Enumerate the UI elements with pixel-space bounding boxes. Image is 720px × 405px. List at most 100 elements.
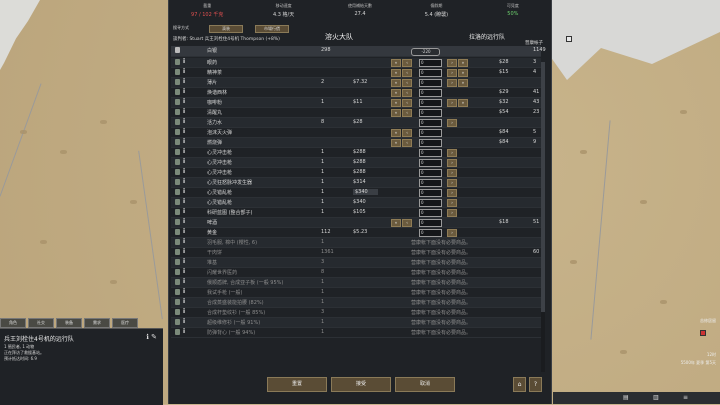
trade-count-input[interactable]: 0 [419, 189, 442, 197]
table-row[interactable]: i 清醒丸 «‹ 0 $54 23 [171, 108, 541, 118]
buy-all-button[interactable]: » [458, 59, 468, 67]
table-row[interactable]: i 燃烧弹 «‹ 0 $84 9 [171, 138, 541, 148]
info-icon[interactable]: i [183, 318, 185, 325]
sell-all-button[interactable]: « [391, 139, 401, 147]
menu-icon[interactable]: ≡ [683, 394, 688, 401]
sell-all-button[interactable]: « [391, 89, 401, 97]
trade-count-input[interactable]: 0 [419, 79, 442, 87]
list-scrollbar[interactable] [541, 62, 545, 372]
sort-market-value-button[interactable]: 市場行價 [255, 25, 289, 33]
table-row[interactable]: i 合成蒸盛装能拍腰 (82%) 1 营康帐下面没有必要商品。 [171, 298, 541, 308]
sell-one-button[interactable]: ‹ [402, 69, 412, 77]
info-icon[interactable]: i [183, 258, 185, 265]
table-row[interactable]: i 泡沫灭火弹 «‹ 0 $84 5 [171, 128, 541, 138]
info-icon[interactable]: i [183, 278, 185, 285]
info-icon[interactable]: i [183, 128, 185, 135]
sell-all-button[interactable]: « [391, 219, 401, 227]
info-icon[interactable]: i [183, 268, 185, 275]
trade-count-input[interactable]: 0 [419, 179, 442, 187]
sell-all-button[interactable]: « [391, 79, 401, 87]
trade-count-input[interactable]: 0 [419, 119, 442, 127]
table-row[interactable]: i 羽毛服, 棉中 (樱性, 6) 1 营康帐下面没有必要商品。 [171, 238, 541, 248]
trade-count-input[interactable]: 0 [419, 169, 442, 177]
table-row[interactable]: i 闪耀世界医药 8 营康帐下面没有必要商品。 [171, 268, 541, 278]
table-row[interactable]: i 焕谐西林 «‹ 0 $29 41 [171, 88, 541, 98]
buy-one-button[interactable]: › [447, 79, 457, 87]
sell-one-button[interactable]: ‹ [402, 109, 412, 117]
settlement-marker[interactable] [566, 36, 572, 42]
table-row[interactable]: i 合成杆垫纹衫 (一般 85%) 3 营康帐下面没有必要商品。 [171, 308, 541, 318]
tab-gear[interactable]: 装备 [56, 318, 82, 328]
buy-all-button[interactable]: » [458, 69, 468, 77]
sell-one-button[interactable]: ‹ [402, 219, 412, 227]
info-icon[interactable]: ℹ ✎ [146, 333, 157, 341]
info-icon[interactable]: i [183, 168, 185, 175]
trade-count-input[interactable]: 0 [419, 109, 442, 117]
table-row[interactable]: i 防弹背心 (一般 94%) 1 营康帐下面没有必要商品。 [171, 328, 541, 338]
accept-button[interactable]: 接受 [331, 377, 391, 392]
info-icon[interactable]: i [183, 218, 185, 225]
buy-one-button[interactable]: › [447, 169, 457, 177]
table-row[interactable]: i 心灵冲击枪 1 $288 0 › [171, 158, 541, 168]
sell-one-button[interactable]: ‹ [402, 139, 412, 147]
world-icon[interactable]: ▤ [623, 394, 629, 401]
trade-count-input[interactable]: 0 [419, 59, 442, 67]
buy-one-button[interactable]: › [447, 119, 457, 127]
buy-one-button[interactable]: › [447, 189, 457, 197]
buy-one-button[interactable]: › [447, 179, 457, 187]
buy-one-button[interactable]: › [447, 199, 457, 207]
buy-one-button[interactable]: › [447, 229, 457, 237]
sell-one-button[interactable]: ‹ [402, 89, 412, 97]
info-icon[interactable]: i [183, 138, 185, 145]
info-icon[interactable]: i [183, 328, 185, 335]
buy-one-button[interactable]: › [447, 59, 457, 67]
info-icon[interactable]: i [183, 118, 185, 125]
info-icon[interactable]: i [183, 68, 185, 75]
sell-all-button[interactable]: « [391, 99, 401, 107]
trade-count-input[interactable]: 0 [419, 199, 442, 207]
sell-one-button[interactable]: ‹ [402, 129, 412, 137]
info-icon[interactable]: i [183, 298, 185, 305]
table-row[interactable]: i 薄片 2 $7.32 «‹ 0 ›» [171, 78, 541, 88]
sell-all-button[interactable]: « [391, 109, 401, 117]
buy-all-button[interactable]: » [458, 79, 468, 87]
history-icon[interactable]: ▥ [653, 394, 659, 401]
sell-one-button[interactable]: ‹ [402, 79, 412, 87]
table-row[interactable]: i 心灵错乱枪 1 $340 0 › [171, 198, 541, 208]
table-row[interactable]: i 我试手枪 (一般) 1 营康帐下面没有必要商品。 [171, 288, 541, 298]
info-icon[interactable]: i [183, 288, 185, 295]
trade-count-input[interactable]: 0 [419, 149, 442, 157]
info-icon[interactable]: i [183, 308, 185, 315]
help-icon[interactable]: ? [529, 377, 542, 392]
info-icon[interactable]: i [183, 108, 185, 115]
table-row[interactable]: i 干肉饼 1361 营康帐下面没有必要商品。 60 [171, 248, 541, 258]
table-row[interactable]: i 科研蓝图 (整合部子) 1 $105 0 › [171, 208, 541, 218]
table-row[interactable]: i 精神茶 «‹ 0 ›» $15 4 [171, 68, 541, 78]
table-row[interactable]: i 心灵错乱枪 1 $340 0 › [171, 188, 541, 198]
sell-all-button[interactable]: « [391, 59, 401, 67]
trade-count-input[interactable]: 0 [419, 99, 442, 107]
table-row[interactable]: i 超级维修衫 (一般 91%) 1 营康帐下面没有必要商品。 [171, 318, 541, 328]
info-icon[interactable]: i [183, 98, 185, 105]
info-icon[interactable]: i [183, 238, 185, 245]
table-row[interactable]: i 心灵冲击枪 1 $288 0 › [171, 148, 541, 158]
table-row[interactable]: i 俄顺盾牌, 合成亚子板 (一般 95%) 1 营康帐下面没有必要商品。 [171, 278, 541, 288]
tab-social[interactable]: 社交 [28, 318, 54, 328]
table-row[interactable]: i 心灵狂怒脉冲发生器 1 $314 0 › [171, 178, 541, 188]
table-row[interactable]: i 堆基 3 营康帐下面没有必要商品。 [171, 258, 541, 268]
buy-one-button[interactable]: › [447, 69, 457, 77]
scrollbar-thumb[interactable] [541, 62, 545, 312]
sell-all-button[interactable]: « [391, 69, 401, 77]
info-icon[interactable]: i [183, 178, 185, 185]
info-icon[interactable]: i [183, 58, 185, 65]
info-icon[interactable]: i [183, 228, 185, 235]
trade-count-input[interactable]: 0 [419, 129, 442, 137]
tab-health[interactable]: 医疗 [112, 318, 138, 328]
trade-count-input[interactable]: 0 [419, 139, 442, 147]
trade-count-input[interactable]: 0 [419, 229, 442, 237]
info-icon[interactable]: i [183, 78, 185, 85]
info-icon[interactable]: i [183, 158, 185, 165]
tab-character[interactable]: 角色 [0, 318, 26, 328]
info-icon[interactable]: i [183, 88, 185, 95]
info-icon[interactable]: i [183, 208, 185, 215]
